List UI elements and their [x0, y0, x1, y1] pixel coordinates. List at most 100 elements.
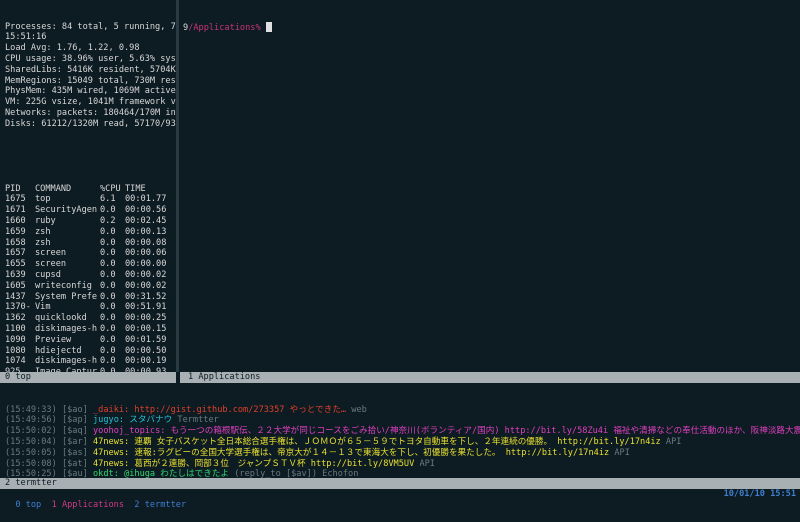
process-time: 00:00.02 [125, 280, 167, 291]
tweet-user: okdt: [93, 469, 119, 478]
process-time: 00:00.13 [125, 226, 167, 237]
process-pid: 1074 [5, 356, 26, 367]
shell-prompt-line[interactable]: 9/Applications% [183, 21, 800, 33]
process-pid: 1080 [5, 345, 26, 356]
process-row: 1370- Vim 0.0 00:51.91 [5, 302, 166, 313]
process-command: top [35, 194, 51, 205]
tweet-user: jugyo: [93, 415, 125, 426]
process-pid: 1675 [5, 194, 26, 205]
process-row: 1657 screen 0.0 00:00.06 [5, 248, 166, 259]
process-command: screen [35, 259, 67, 270]
tweet-time: (15:50:04) [5, 436, 57, 447]
tweet-text[interactable]: スタバナウ [129, 415, 172, 425]
window-tab-2[interactable]: 2 termtter [134, 500, 186, 510]
process-command: Preview [35, 334, 72, 345]
process-cpu: 0.0 [100, 226, 116, 237]
process-time: 00:01.59 [125, 334, 167, 345]
process-pid: 1657 [5, 248, 26, 259]
process-time: 00:51.91 [125, 302, 167, 313]
process-pid: 1659 [5, 226, 26, 237]
tweet-text[interactable]: 葛西が２連勝、岡部３位 ジャンプＳＴＶ杯 http://bit.ly/8VM5U… [134, 459, 414, 469]
vertical-split-divider[interactable] [176, 0, 179, 372]
tweet-time: (15:49:33) [5, 404, 57, 415]
process-row: 1100 diskimages-h 0.0 00:00.15 [5, 324, 166, 335]
process-cpu: 0.0 [100, 280, 116, 291]
window-tab-1[interactable]: 1 Applications [52, 500, 124, 510]
tweet-text[interactable]: http://gist.github.com/273357 やっとできた… [134, 405, 346, 415]
top-summary-line: Disks: 61212/1320M read, 57170/931 [5, 118, 176, 129]
process-cpu: 0.0 [100, 334, 116, 345]
process-pid: 1660 [5, 215, 26, 226]
tweet-time: (15:50:08) [5, 458, 57, 469]
tweet-line: (15:50:25) [$au] okdt: @ihuga わたしはできたよ (… [5, 469, 800, 478]
tweet-text[interactable]: もう一つの箱根駅伝、２２大学が同じコースをごみ拾い/神奈川(ボランティア/国内)… [171, 426, 800, 436]
top-process-monitor-pane[interactable]: Processes: 84 total, 5 running, 79 15:51:… [0, 0, 176, 372]
tweet-source: API [665, 436, 682, 447]
tweet-line: (15:50:05) [$as] 47news: 速報:ラグビーの全国大学選手権… [5, 448, 800, 459]
tweet-source: API [419, 458, 435, 469]
process-command: zsh [35, 237, 51, 248]
process-cpu: 0.0 [100, 356, 116, 367]
window-list: 0 top 1 Applications 2 termtter [15, 500, 186, 510]
column-header-time: TIME [125, 183, 146, 194]
process-pid: 1100 [5, 323, 26, 334]
screen-window-list-bar: 0 top 1 Applications 2 termtter 10/01/10… [0, 489, 800, 510]
process-command: diskimages-h [35, 356, 98, 367]
process-time: 00:00.02 [125, 269, 167, 280]
process-row: 1671 SecurityAgen 0.0 00:00.56 [5, 205, 166, 216]
column-header-pid: PID [5, 183, 21, 194]
top-summary-line: SharedLibs: 5416K resident, 5704K [5, 64, 176, 75]
process-cpu: 0.0 [100, 269, 116, 280]
process-command: SecurityAgen [35, 205, 98, 216]
tweet-source: (reply_to [$av]) Echofon [234, 469, 359, 478]
process-row: 1659 zsh 0.0 00:00.13 [5, 227, 166, 238]
process-cpu: 0.0 [100, 323, 116, 334]
tweet-id: [$as] [61, 447, 88, 458]
top-summary-line: Networks: packets: 180464/170M in, [5, 107, 176, 118]
tweet-text[interactable]: 速報:ラグビーの全国大学選手権は、帝京大が１４－１３で東海大を下し、初優勝を果た… [134, 448, 609, 458]
process-time: 00:00.00 [125, 259, 167, 270]
top-summary-line: CPU usage: 38.96% user, 5.63% sys, [5, 53, 176, 64]
applications-shell-pane[interactable]: 9/Applications% [180, 0, 800, 372]
process-pid: 1090 [5, 334, 26, 345]
process-cpu: 0.0 [100, 302, 116, 313]
process-command: hdiejectd [35, 345, 82, 356]
process-pid: 1639 [5, 269, 26, 280]
top-summary-line: 15:51:16 [5, 32, 47, 43]
process-pid: 1370- [5, 302, 31, 313]
tweet-source: web [351, 404, 367, 415]
process-row: 1655 screen 0.0 00:00.00 [5, 259, 166, 270]
process-command: Vim [35, 302, 51, 313]
process-cpu: 0.0 [100, 237, 116, 248]
tweet-id: [$ap] [61, 415, 88, 426]
status-bar-applications-window: 1 Applications [180, 372, 800, 383]
tweet-time: (15:49:56) [5, 415, 57, 426]
process-command: screen [35, 248, 67, 259]
process-command: ruby [35, 215, 56, 226]
process-pid: 1605 [5, 280, 26, 291]
process-command: zsh [35, 226, 51, 237]
process-pid: 1671 [5, 205, 26, 216]
tweet-id: [$au] [61, 469, 88, 478]
process-time: 00:00.06 [125, 248, 167, 259]
window-tab-0[interactable]: 0 top [15, 500, 41, 510]
process-pid: 1655 [5, 259, 26, 270]
process-time: 00:00.19 [125, 356, 167, 367]
status-bar-termtter-window: 2 termtter [0, 478, 800, 489]
process-row: 1080 hdiejectd 0.0 00:00.50 [5, 346, 166, 357]
process-row: 1362 quicklookd 0.0 00:00.25 [5, 313, 166, 324]
tweet-user: 47news: [93, 436, 130, 447]
process-time: 00:01.77 [125, 194, 167, 205]
tweet-text[interactable]: 連覇 女子バスケット全日本総合選手権は、ＪＯＭＯが６５－５９でトヨタ自動車を下し… [134, 437, 660, 447]
termtter-pane[interactable]: (15:49:33) [$ao] _daiki: http://gist.git… [0, 383, 800, 478]
process-row: 1660 ruby 0.2 00:02.45 [5, 216, 166, 227]
process-time: 00:31.52 [125, 291, 167, 302]
top-summary-line: Load Avg: 1.76, 1.22, 0.98 [5, 43, 140, 54]
clock: 10/01/10 15:51 [723, 489, 796, 499]
process-row: 1639 cupsd 0.0 00:00.02 [5, 270, 166, 281]
tweet-time: (15:50:02) [5, 426, 57, 437]
tweet-text[interactable]: @ihuga わたしはできたよ [124, 469, 229, 478]
process-time: 00:00.50 [125, 345, 167, 356]
process-cpu: 0.2 [100, 215, 116, 226]
